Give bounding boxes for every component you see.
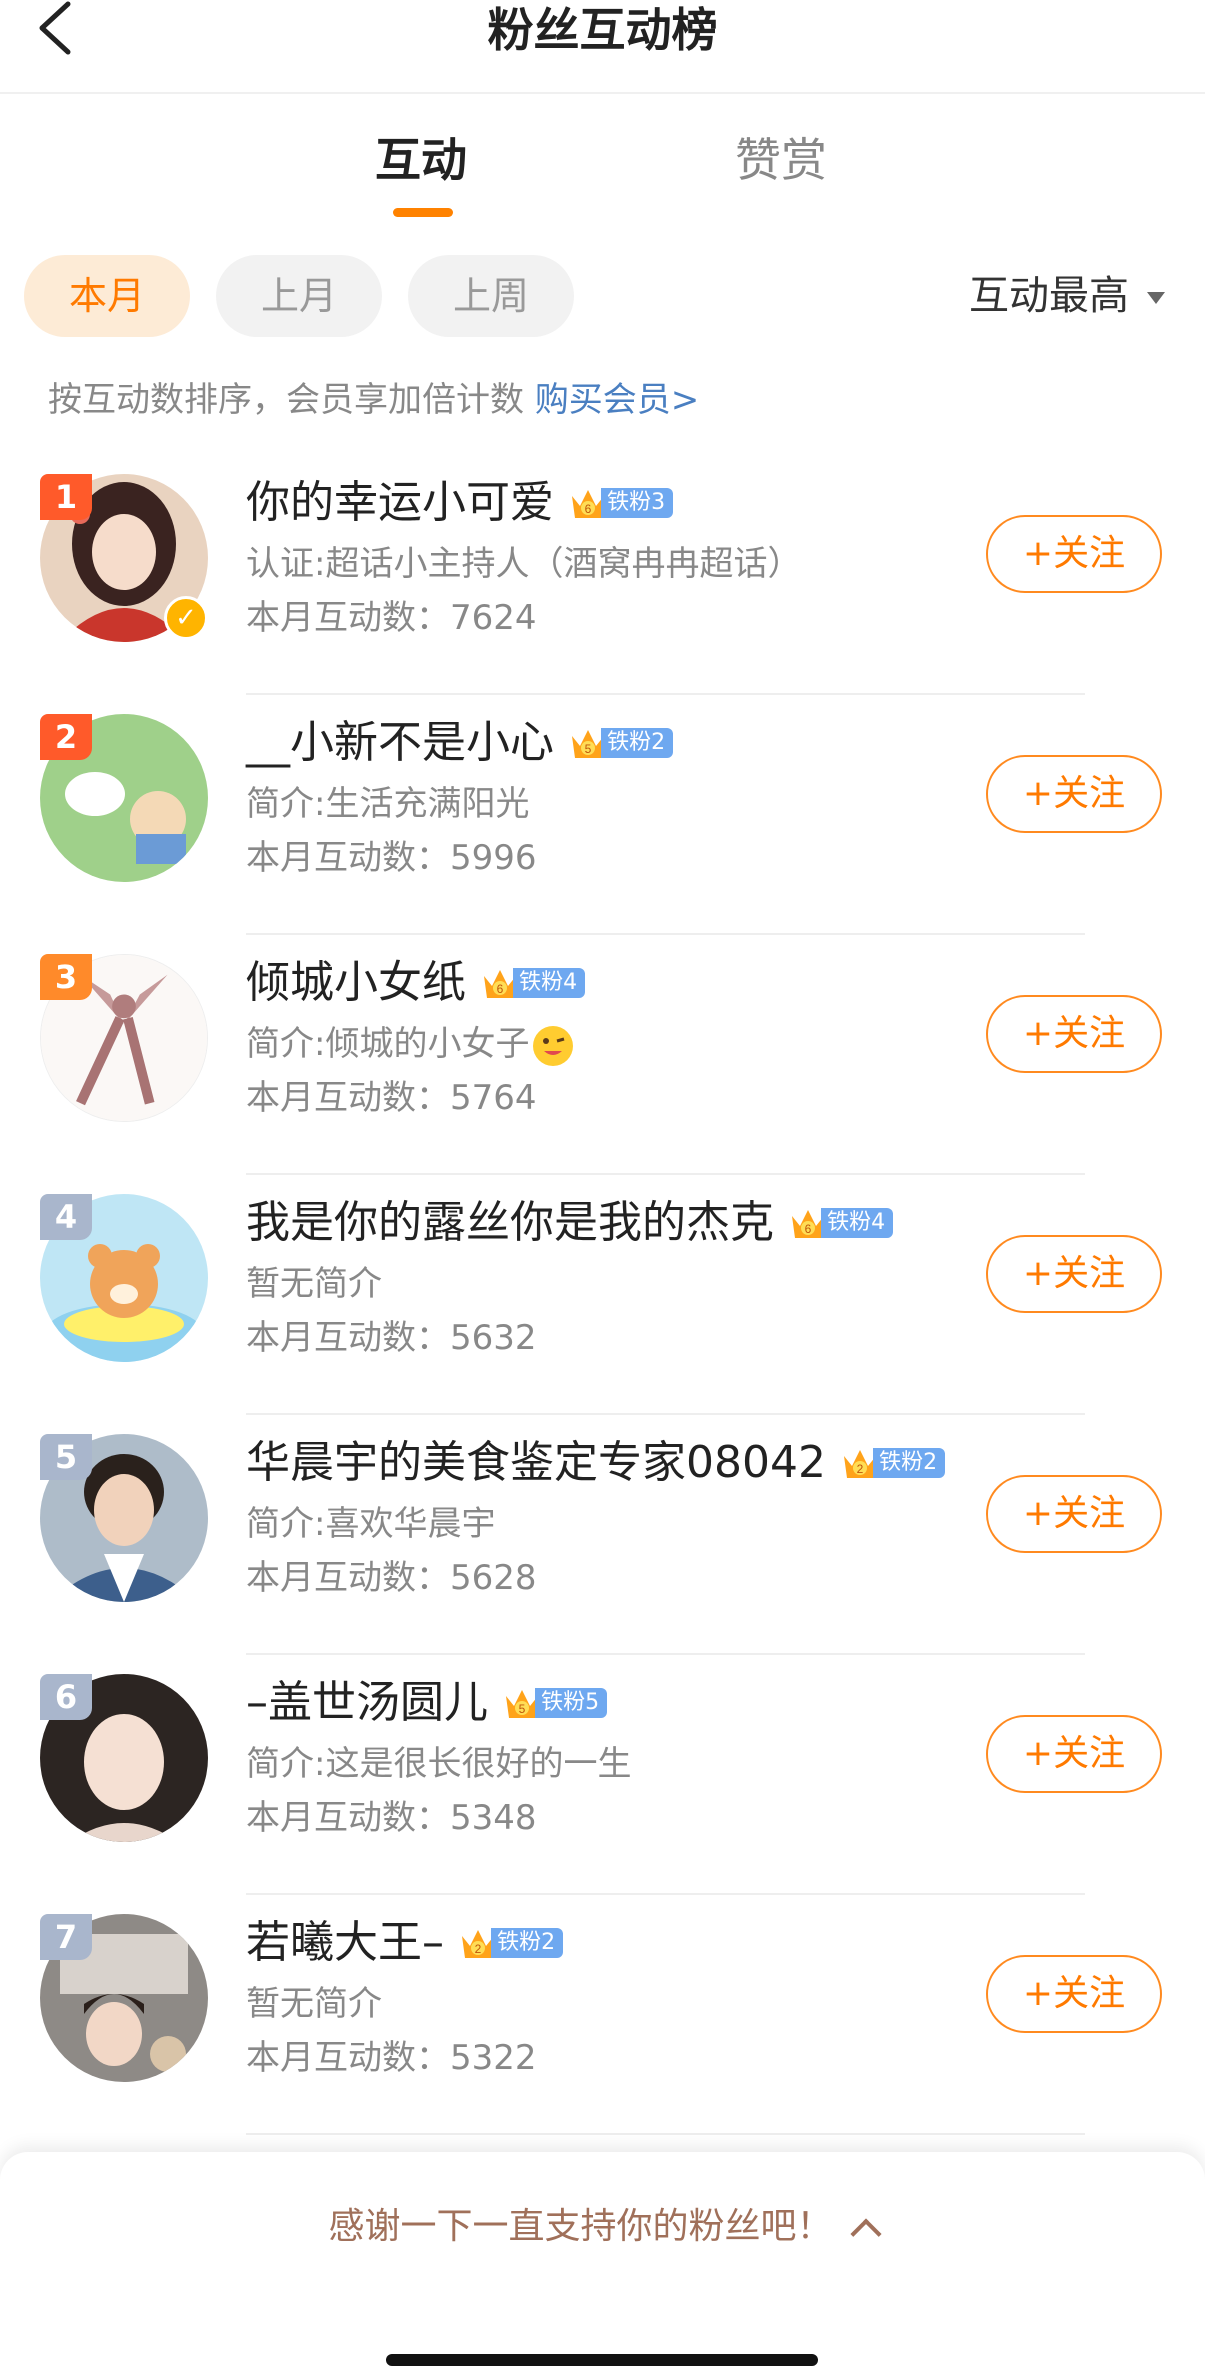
filter-this-month[interactable]: 本月 [24,255,190,337]
fan-name[interactable]: __小新不是小心 [246,717,554,768]
interaction-count: 本月互动数：5996 [246,838,537,878]
filter-last-week[interactable]: 上周 [408,255,574,337]
divider [246,2133,1085,2135]
list-item[interactable]: 2 __小新不是小心 5 铁粉2 简介:生活充满阳光 本月互动数：5996 +关注 [0,695,1205,935]
fan-level-label: 铁粉4 [821,1208,894,1238]
follow-button[interactable]: +关注 [986,755,1162,833]
fan-bio: 认证:超话小主持人（酒窝冉冉超话） [246,544,802,584]
home-indicator[interactable] [386,2354,818,2366]
rank-badge: 2 [40,714,92,760]
list-item[interactable]: 7 若曦大王– 2 铁粉2 暂无简介 本月互动数：5322 +关注 [0,1895,1205,2135]
follow-button[interactable]: +关注 [986,1235,1162,1313]
ranking-notice: 按互动数排序，会员享加倍计数 购买会员> [48,372,699,428]
interaction-count: 本月互动数：5764 [246,1078,537,1118]
fan-badge[interactable]: 6 铁粉4 [789,1204,894,1242]
buy-membership-link[interactable]: 购买会员> [535,380,700,420]
follow-button[interactable]: +关注 [986,995,1162,1073]
fan-level-label: 铁粉3 [601,488,674,518]
follow-button[interactable]: +关注 [986,1475,1162,1553]
name-line: –盖世汤圆儿 5 铁粉5 [246,1673,608,1733]
svg-text:2: 2 [857,1462,864,1476]
fan-name[interactable]: 倾城小女纸 [246,957,466,1008]
interaction-count: 本月互动数：5628 [246,1558,537,1598]
svg-text:2: 2 [475,1942,482,1956]
tab-bar: 互动 赞赏 [0,100,1205,230]
time-filter-bar: 本月 上月 上周 互动最高 [0,252,1205,342]
name-line: 倾城小女纸 6 铁粉4 [246,953,586,1013]
fan-level-label: 铁粉2 [601,728,674,758]
tab-reward[interactable]: 赞赏 [735,130,827,190]
follow-button[interactable]: +关注 [986,1955,1162,2033]
verified-icon: ✓ [164,596,208,640]
header: 粉丝互动榜 [0,0,1205,94]
wink-emoji-icon [533,1025,574,1066]
list-item[interactable]: 1 ✓ 你的幸运小可爱 6 铁粉3 认证:超话小主持人（酒窝冉冉超话） 本月互动数… [0,455,1205,695]
rank-badge: 5 [40,1434,92,1480]
fan-name[interactable]: 若曦大王– [246,1917,444,1968]
svg-text:5: 5 [585,742,592,756]
fan-bio: 简介:这是很长很好的一生 [246,1744,632,1784]
thank-fans-sheet[interactable]: 感谢一下一直支持你的粉丝吧！ [0,2152,1205,2376]
fan-name[interactable]: 华晨宇的美食鉴定专家08042 [246,1437,826,1488]
name-line: 我是你的露丝你是我的杰克 6 铁粉4 [246,1193,894,1253]
svg-text:6: 6 [805,1222,812,1236]
active-tab-indicator [393,208,453,217]
tab-interact[interactable]: 互动 [375,130,467,190]
fan-bio: 暂无简介 [246,1984,382,2024]
rank-badge: 3 [40,954,92,1000]
fan-badge[interactable]: 5 铁粉5 [503,1684,608,1722]
follow-button[interactable]: +关注 [986,1715,1162,1793]
caret-down-icon [1147,292,1165,304]
name-line: 若曦大王– 2 铁粉2 [246,1913,564,1973]
svg-text:5: 5 [519,1702,526,1716]
fan-badge[interactable]: 6 铁粉3 [569,484,674,522]
fan-bio: 简介:倾城的小女子 [246,1024,530,1064]
rank-badge: 6 [40,1674,92,1720]
list-item[interactable]: 3 倾城小女纸 6 铁粉4 简介:倾城的小女子 本月互动数：5764 +关注 [0,935,1205,1175]
fan-bio: 简介:生活充满阳光 [246,784,530,824]
interaction-count: 本月互动数：5632 [246,1318,537,1358]
fan-name[interactable]: –盖世汤圆儿 [246,1677,488,1728]
thank-fans-prompt[interactable]: 感谢一下一直支持你的粉丝吧！ [0,2197,1205,2257]
list-item[interactable]: 6 –盖世汤圆儿 5 铁粉5 简介:这是很长很好的一生 本月互动数：5348 +关… [0,1655,1205,1895]
chevron-up-icon [849,2218,882,2250]
fan-badge[interactable]: 2 铁粉2 [459,1924,564,1962]
fan-badge[interactable]: 2 铁粉2 [841,1444,946,1482]
fan-badge[interactable]: 5 铁粉2 [569,724,674,762]
interaction-count: 本月互动数：7624 [246,598,537,638]
name-line: 华晨宇的美食鉴定专家08042 2 铁粉2 [246,1433,946,1493]
fan-bio: 简介:喜欢华晨宇 [246,1504,496,1544]
rank-badge: 1 [40,474,92,520]
rank-badge: 7 [40,1914,92,1960]
rank-badge: 4 [40,1194,92,1240]
list-item[interactable]: 4 我是你的露丝你是我的杰克 6 铁粉4 暂无简介 本月互动数：5632 +关注 [0,1175,1205,1415]
interaction-count: 本月互动数：5322 [246,2038,537,2078]
interaction-count: 本月互动数：5348 [246,1798,537,1838]
list-item[interactable]: 5 华晨宇的美食鉴定专家08042 2 铁粉2 简介:喜欢华晨宇 本月互动数：56… [0,1415,1205,1655]
fan-level-label: 铁粉4 [513,968,586,998]
svg-text:6: 6 [585,502,592,516]
sort-dropdown[interactable]: 互动最高 [969,255,1165,337]
thank-fans-text: 感谢一下一直支持你的粉丝吧！ [328,2206,833,2247]
sort-label: 互动最高 [969,273,1129,319]
svg-text:6: 6 [497,982,504,996]
fan-level-label: 铁粉2 [491,1928,564,1958]
fan-level-label: 铁粉5 [535,1688,608,1718]
notice-text: 按互动数排序，会员享加倍计数 [48,380,535,420]
filter-last-month[interactable]: 上月 [216,255,382,337]
follow-button[interactable]: +关注 [986,515,1162,593]
fan-name[interactable]: 你的幸运小可爱 [246,477,554,528]
fan-badge[interactable]: 6 铁粉4 [481,964,586,1002]
fan-name[interactable]: 我是你的露丝你是我的杰克 [246,1197,774,1248]
fan-bio: 暂无简介 [246,1264,382,1304]
fan-level-label: 铁粉2 [873,1448,946,1478]
page-title: 粉丝互动榜 [487,3,718,57]
name-line: __小新不是小心 5 铁粉2 [246,713,674,773]
name-line: 你的幸运小可爱 6 铁粉3 [246,473,674,533]
fan-bio-line: 简介:倾城的小女子 [246,1019,574,1069]
